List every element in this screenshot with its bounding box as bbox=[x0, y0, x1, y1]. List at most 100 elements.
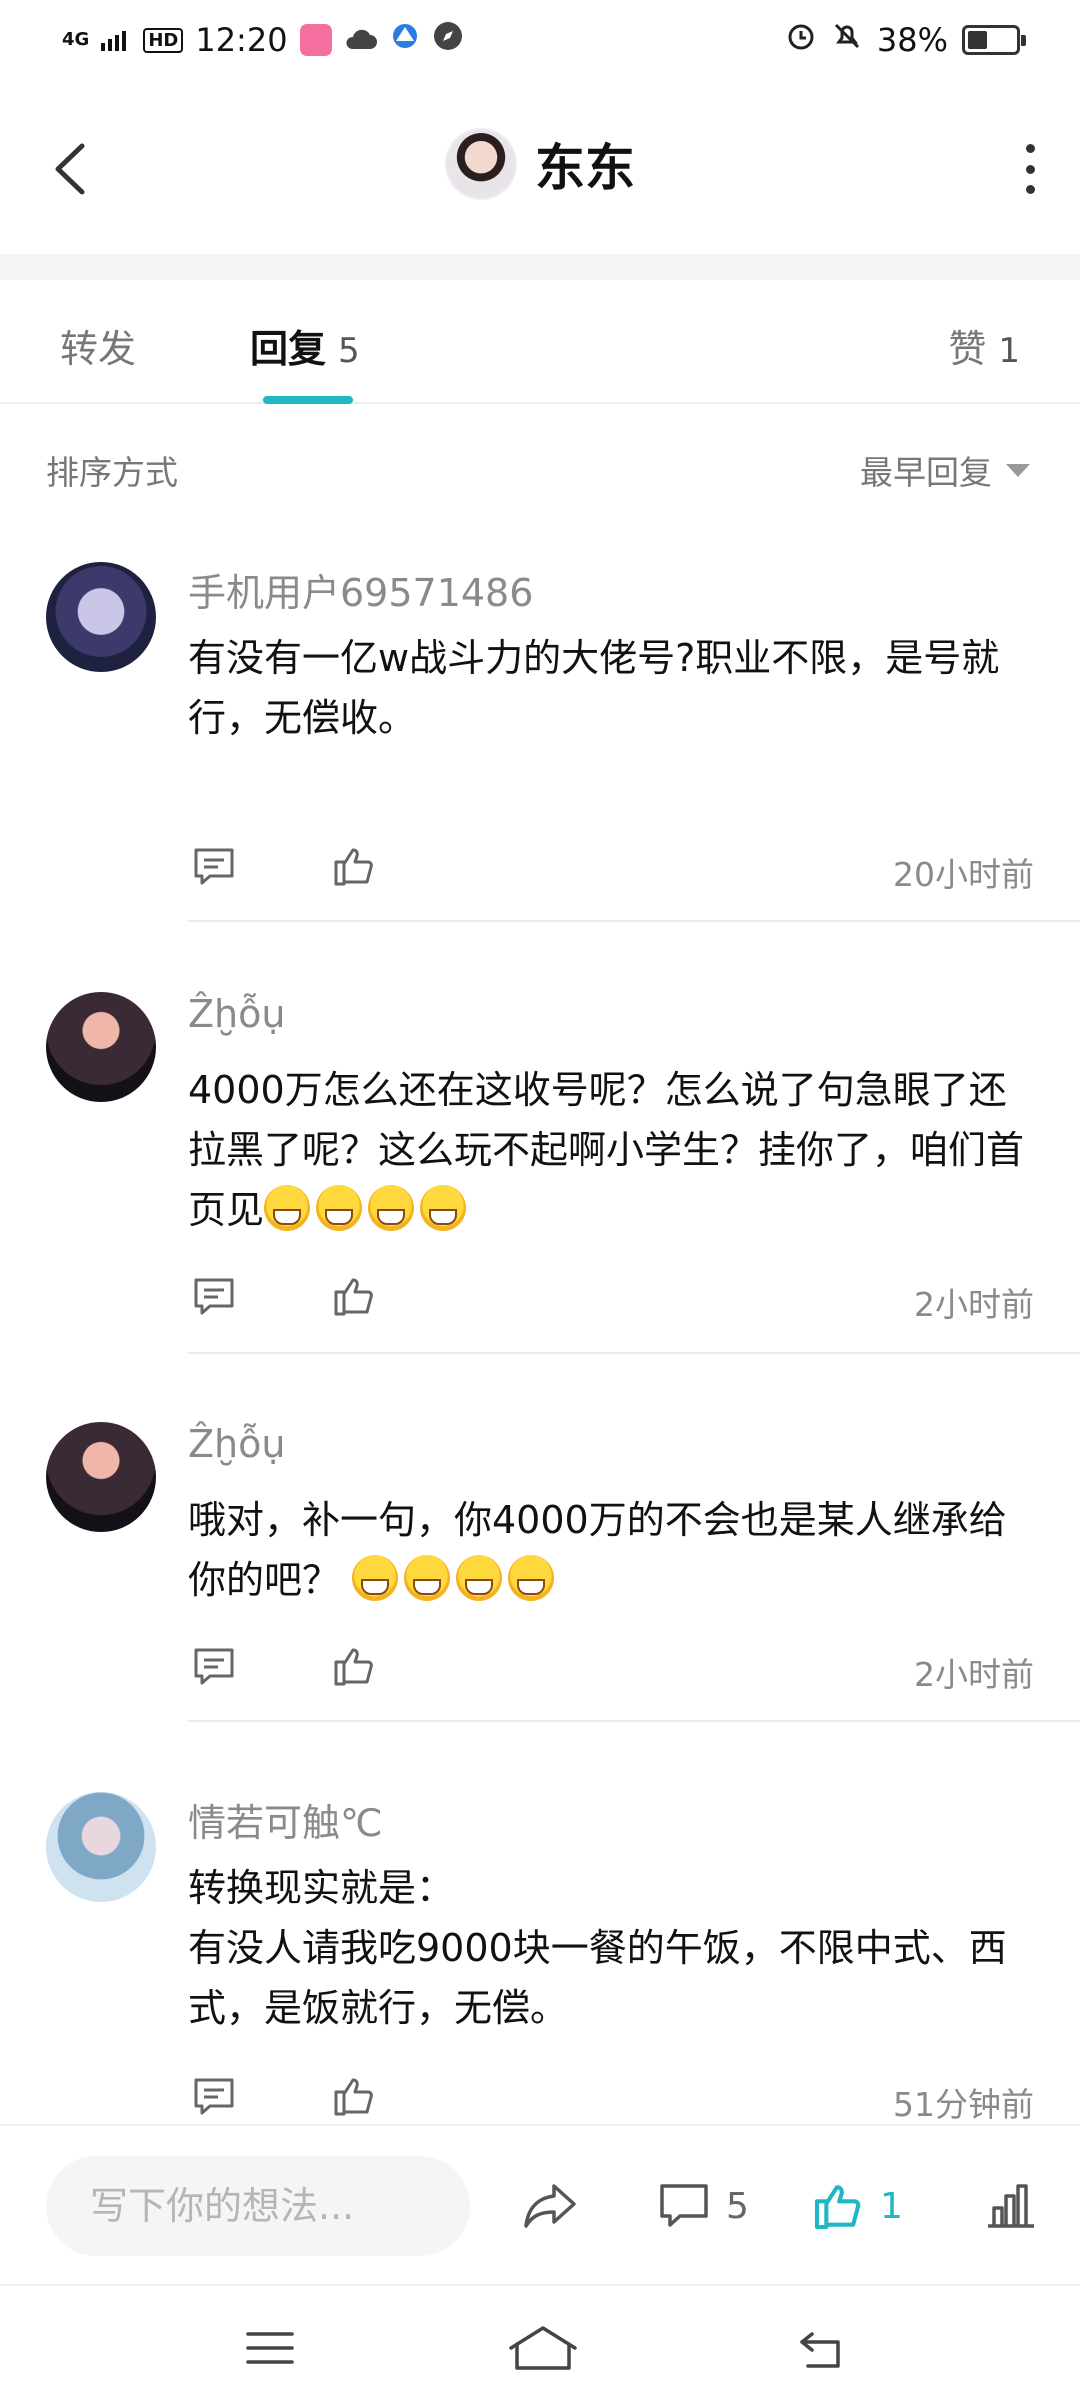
grin-emoji-icon bbox=[404, 1555, 451, 1601]
comment-text: 4000万怎么还在这收号呢？怎么说了句急眼了还拉黑了呢？这么玩不起啊小学生？挂你… bbox=[188, 1060, 1028, 1240]
hd-badge: HD bbox=[143, 27, 184, 53]
like-button[interactable]: 1 bbox=[810, 2176, 903, 2236]
tab-reply[interactable]: 回复 5 bbox=[250, 318, 360, 373]
tab-like-label: 赞 bbox=[948, 327, 987, 371]
comment-input[interactable]: 写下你的想法... bbox=[46, 2156, 470, 2256]
comment-text: 有没有一亿w战斗力的大佬号?职业不限，是号就行，无偿收。 bbox=[188, 636, 1000, 740]
comment-text-body: 哦对，补一句，你4000万的不会也是某人继承给你的吧？ bbox=[188, 1498, 1007, 1602]
header-title-group[interactable]: 东东 bbox=[0, 128, 1080, 200]
more-dot-icon bbox=[1025, 144, 1035, 153]
tab-bar: 转发 回复 5 赞1 bbox=[0, 280, 1080, 404]
comment-time: 2小时前 bbox=[914, 1655, 1034, 1694]
thumbs-up-icon bbox=[814, 2185, 861, 2230]
comment-item: 情若可触℃ 转换现实就是： 有没人请我吃9000块一餐的午饭，不限中式、西式，是… bbox=[0, 1792, 1080, 2124]
comment-count: 5 bbox=[726, 2185, 749, 2227]
comment-actions: 2小时前 bbox=[188, 1272, 1034, 1326]
comment-icon bbox=[660, 2184, 708, 2227]
comment-text: 转换现实就是： 有没人请我吃9000块一餐的午饭，不限中式、西式，是饭就行，无偿… bbox=[188, 1858, 1028, 2038]
thumbs-up-icon[interactable] bbox=[330, 842, 378, 890]
comment-item: 手机用户69571486 有没有一亿w战斗力的大佬号?职业不限，是号就行，无偿收… bbox=[0, 562, 1080, 922]
sort-dropdown[interactable]: 最早回复 bbox=[860, 446, 1030, 494]
thumbs-up-icon[interactable] bbox=[330, 1642, 378, 1690]
more-button[interactable] bbox=[1020, 144, 1040, 194]
thumbs-up-icon[interactable] bbox=[330, 2072, 378, 2120]
comment-actions: 20小时前 bbox=[188, 842, 1034, 896]
tab-reply-count: 5 bbox=[338, 331, 360, 371]
avatar[interactable] bbox=[46, 1422, 156, 1532]
tab-like-count: 1 bbox=[998, 331, 1020, 371]
compass-icon bbox=[432, 20, 464, 60]
mute-icon bbox=[831, 20, 863, 60]
battery-percent: 38% bbox=[876, 21, 948, 59]
sort-bar: 排序方式 最早回复 bbox=[0, 404, 1080, 524]
comments-button[interactable]: 5 bbox=[656, 2176, 749, 2236]
divider bbox=[188, 1720, 1080, 1722]
grin-emoji-icon bbox=[352, 1555, 399, 1601]
back-nav-icon[interactable] bbox=[792, 2320, 852, 2376]
comment-time: 51分钟前 bbox=[893, 2085, 1034, 2124]
tab-like[interactable]: 赞1 bbox=[948, 318, 1020, 373]
thumbs-up-icon[interactable] bbox=[330, 1272, 378, 1320]
notification-app-icon bbox=[299, 24, 332, 56]
sort-selected: 最早回复 bbox=[860, 453, 992, 492]
comment-time: 2小时前 bbox=[914, 1285, 1034, 1324]
divider bbox=[188, 920, 1080, 922]
home-icon[interactable] bbox=[505, 2320, 581, 2376]
reply-icon[interactable] bbox=[190, 1642, 238, 1690]
comment-text-body: 4000万怎么还在这收号呢？怎么说了句急眼了还拉黑了呢？这么玩不起啊小学生？挂你… bbox=[188, 1068, 1025, 1232]
share-icon bbox=[524, 2184, 576, 2228]
tab-forward[interactable]: 转发 bbox=[60, 318, 136, 373]
comment-actions: 2小时前 bbox=[188, 1642, 1034, 1696]
avatar[interactable] bbox=[445, 128, 517, 200]
divider bbox=[188, 1352, 1080, 1354]
comment-item: Ẑḫỗụ 哦对，补一句，你4000万的不会也是某人继承给你的吧？ 2小时前 bbox=[0, 1422, 1080, 1722]
menu-icon[interactable] bbox=[240, 2320, 300, 2376]
comment-text: 哦对，补一句，你4000万的不会也是某人继承给你的吧？ bbox=[188, 1490, 1028, 1610]
reply-icon[interactable] bbox=[190, 1272, 238, 1320]
section-divider bbox=[0, 254, 1080, 280]
comment-text-line: 有没人请我吃9000块一餐的午饭，不限中式、西式，是饭就行，无偿。 bbox=[188, 1926, 1007, 2030]
network-indicator: 4G bbox=[62, 29, 90, 50]
tab-indicator bbox=[263, 396, 353, 404]
grin-emoji-icon bbox=[264, 1185, 311, 1231]
avatar[interactable] bbox=[46, 562, 156, 672]
comment-user[interactable]: Ẑḫỗụ bbox=[188, 992, 285, 1036]
comment-item: Ẑḫỗụ 4000万怎么还在这收号呢？怎么说了句急眼了还拉黑了呢？这么玩不起啊小… bbox=[0, 992, 1080, 1354]
like-count: 1 bbox=[880, 2185, 903, 2227]
comment-user[interactable]: 手机用户69571486 bbox=[188, 562, 533, 617]
grin-emoji-icon bbox=[508, 1555, 555, 1601]
browser-icon bbox=[390, 21, 420, 59]
grin-emoji-icon bbox=[420, 1185, 467, 1231]
comment-user[interactable]: Ẑḫỗụ bbox=[188, 1422, 285, 1466]
grin-emoji-icon bbox=[456, 1555, 503, 1601]
tab-reply-label: 回复 bbox=[250, 327, 327, 371]
grin-emoji-icon bbox=[316, 1185, 363, 1231]
avatar[interactable] bbox=[46, 1792, 156, 1902]
grin-emoji-icon bbox=[368, 1185, 415, 1231]
share-button[interactable] bbox=[520, 2176, 580, 2236]
comment-text-line: 转换现实就是： bbox=[188, 1866, 455, 1910]
system-nav-bar bbox=[0, 2284, 1080, 2408]
more-dot-icon bbox=[1025, 185, 1035, 194]
bottom-action-bar: 写下你的想法... 5 1 bbox=[0, 2124, 1080, 2284]
stats-button[interactable] bbox=[982, 2176, 1038, 2236]
tab-forward-label: 转发 bbox=[60, 327, 137, 371]
battery-icon bbox=[962, 25, 1026, 55]
bar-chart-icon bbox=[988, 2184, 1034, 2228]
reply-icon[interactable] bbox=[190, 2072, 238, 2120]
reply-icon[interactable] bbox=[190, 842, 238, 890]
signal-icon bbox=[101, 21, 131, 59]
page-title: 东东 bbox=[535, 139, 635, 197]
header: 东东 bbox=[0, 84, 1080, 254]
clock: 12:20 bbox=[195, 21, 288, 59]
comment-time: 20小时前 bbox=[893, 855, 1034, 894]
comment-actions: 51分钟前 bbox=[188, 2072, 1034, 2126]
caret-down-icon bbox=[1006, 463, 1030, 477]
more-dot-icon bbox=[1025, 164, 1035, 174]
comment-user[interactable]: 情若可触℃ bbox=[188, 1792, 383, 1847]
cloud-icon bbox=[344, 21, 378, 59]
sort-label: 排序方式 bbox=[46, 453, 178, 492]
alarm-icon bbox=[785, 20, 817, 60]
status-bar: 4G HD 12:20 38% bbox=[0, 0, 1080, 84]
avatar[interactable] bbox=[46, 992, 156, 1102]
